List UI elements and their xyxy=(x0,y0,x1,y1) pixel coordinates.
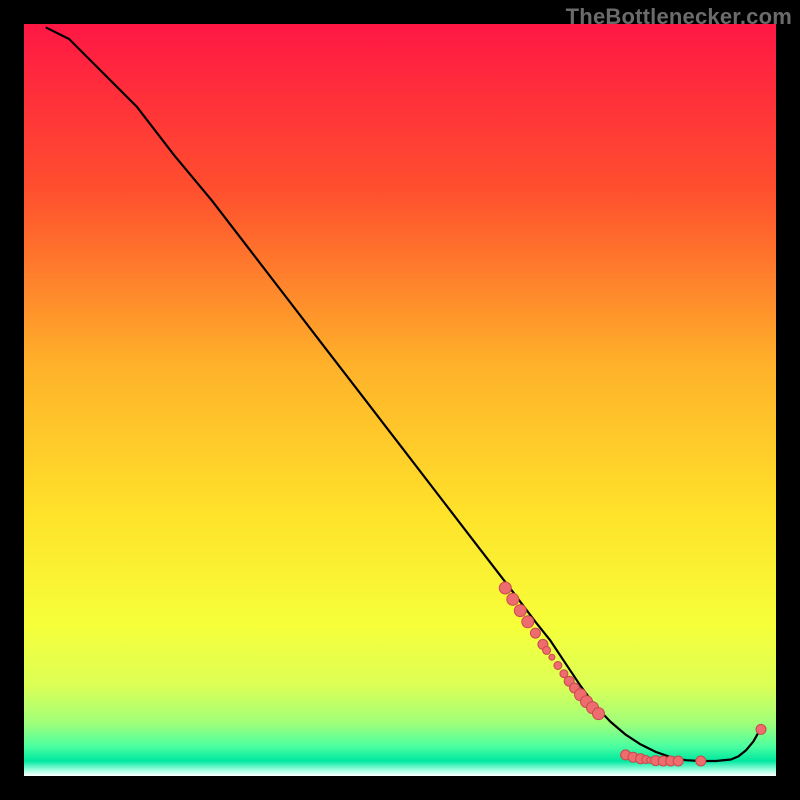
chart-svg xyxy=(0,0,800,800)
hotspot-marker xyxy=(507,593,519,605)
hotspot-marker xyxy=(673,756,683,766)
hotspot-marker xyxy=(696,756,706,766)
gradient-bg xyxy=(24,24,776,776)
hotspot-marker xyxy=(522,616,534,628)
hotspot-marker xyxy=(530,628,540,638)
hotspot-marker xyxy=(554,662,562,670)
hotspot-marker xyxy=(756,724,766,734)
watermark-text: TheBottlenecker.com xyxy=(566,4,792,30)
hotspot-marker xyxy=(499,582,511,594)
hotspot-marker xyxy=(549,654,555,660)
plot-area xyxy=(24,24,776,776)
chart-container: TheBottlenecker.com xyxy=(0,0,800,800)
hotspot-marker xyxy=(593,708,605,720)
hotspot-marker xyxy=(543,646,551,654)
hotspot-marker xyxy=(514,605,526,617)
